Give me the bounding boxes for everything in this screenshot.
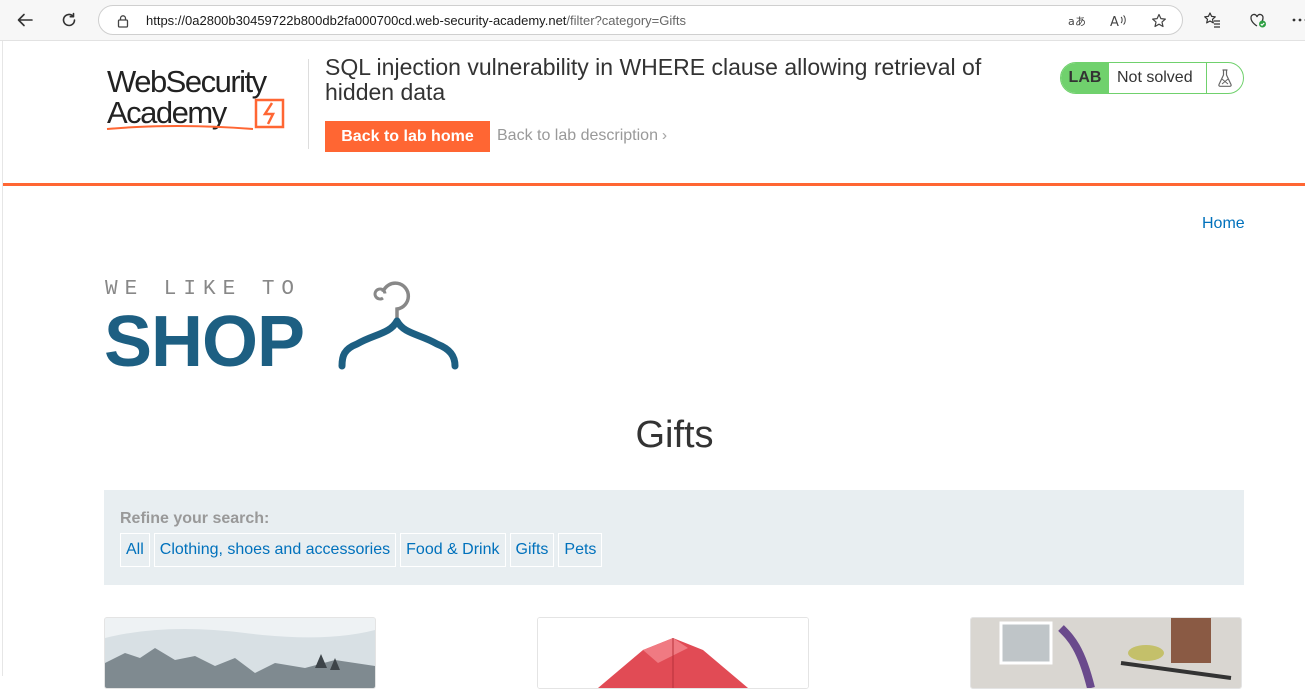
web-security-academy-logo[interactable]: WebSecurity Academy — [105, 59, 310, 139]
filter-link-clothing[interactable]: Clothing, shoes and accessories — [154, 533, 396, 567]
filter-links: All Clothing, shoes and accessories Food… — [120, 533, 602, 567]
back-to-lab-description-label: Back to lab description — [497, 127, 658, 144]
refresh-icon[interactable] — [55, 6, 83, 34]
lock-icon[interactable] — [113, 11, 133, 31]
we-like-to-shop-logo: WE LIKE TO SHOP — [104, 274, 464, 374]
lab-status-widget: LAB Not solved — [1060, 62, 1244, 94]
product-card-image[interactable] — [970, 617, 1242, 689]
shop-brand: SHOP — [104, 302, 304, 374]
filter-link-all[interactable]: All — [120, 533, 150, 567]
url-text[interactable]: https://0a2800b30459722b800db2fa000700cd… — [146, 13, 686, 28]
refine-search-label: Refine your search: — [120, 510, 269, 528]
favorites-icon[interactable] — [1200, 8, 1224, 32]
svg-text:a: a — [1068, 15, 1075, 28]
immersive-reader-icon[interactable]: A — [1109, 11, 1129, 31]
back-to-lab-description-link[interactable]: Back to lab description›› — [497, 127, 662, 145]
address-bar[interactable]: https://0a2800b30459722b800db2fa000700cd… — [98, 5, 1183, 35]
header-divider — [308, 59, 309, 149]
logo-line2: Academy — [107, 95, 228, 130]
product-card-image[interactable] — [537, 617, 809, 689]
lab-status-text: Not solved — [1109, 63, 1207, 93]
more-options-icon[interactable] — [1288, 8, 1305, 32]
hanger-icon — [342, 283, 455, 366]
category-heading: Gifts — [3, 414, 1305, 457]
back-to-lab-home-button[interactable]: Back to lab home — [325, 121, 490, 152]
browser-essentials-icon[interactable] — [1246, 8, 1270, 32]
filter-link-pets[interactable]: Pets — [558, 533, 602, 567]
browser-toolbar: https://0a2800b30459722b800db2fa000700cd… — [0, 0, 1305, 41]
filter-link-gifts[interactable]: Gifts — [510, 533, 555, 567]
flask-icon — [1207, 63, 1243, 93]
home-link[interactable]: Home — [1202, 215, 1245, 233]
svg-text:A: A — [1110, 15, 1119, 28]
academy-lab-header: WebSecurity Academy SQL injection vulner… — [3, 41, 1305, 186]
filter-panel: Refine your search: All Clothing, shoes … — [104, 490, 1244, 585]
lab-badge: LAB — [1061, 63, 1109, 93]
filter-link-food-drink[interactable]: Food & Drink — [400, 533, 505, 567]
read-aloud-icon[interactable]: aあ — [1067, 11, 1087, 31]
url-host: https://0a2800b30459722b800db2fa000700cd… — [146, 13, 566, 28]
web-page: WebSecurity Academy SQL injection vulner… — [2, 41, 1305, 676]
logo-line1: WebSecurity — [107, 64, 268, 99]
favorite-star-icon[interactable] — [1149, 11, 1169, 31]
product-card-image[interactable] — [104, 617, 376, 689]
lab-title: SQL injection vulnerability in WHERE cla… — [325, 55, 1045, 105]
url-path: /filter?category=Gifts — [566, 13, 686, 28]
svg-text:あ: あ — [1075, 15, 1086, 28]
shop-tagline: WE LIKE TO — [105, 278, 301, 301]
back-arrow-icon[interactable] — [11, 6, 39, 34]
